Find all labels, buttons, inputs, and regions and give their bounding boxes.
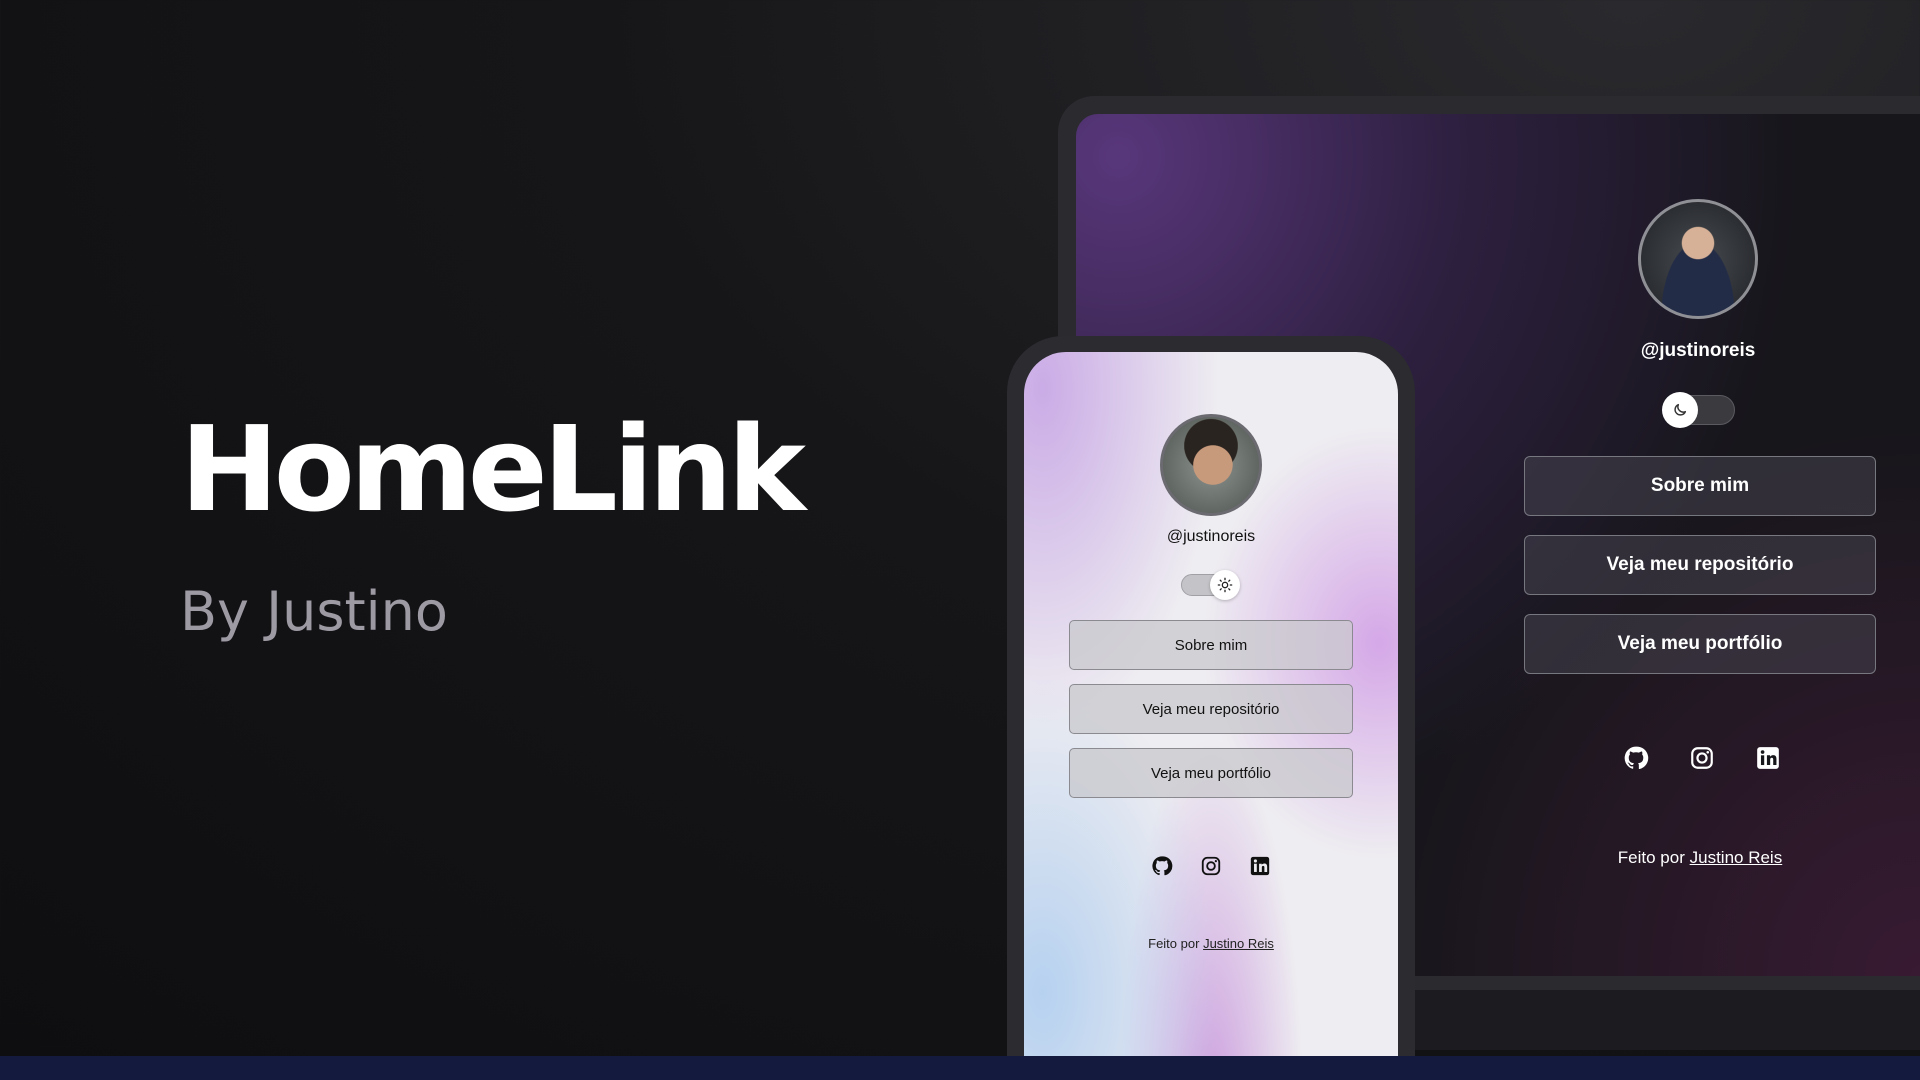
linkedin-icon[interactable] bbox=[1754, 744, 1782, 772]
instagram-icon[interactable] bbox=[1199, 854, 1223, 878]
mobile-footer: Feito por Justino Reis bbox=[1024, 936, 1398, 951]
desktop-username: @justinoreis bbox=[1640, 340, 1756, 361]
desktop-footer: Feito por Justino Reis bbox=[1524, 848, 1876, 868]
app-subtitle: By Justino bbox=[180, 580, 448, 643]
desktop-theme-toggle[interactable] bbox=[1662, 392, 1735, 428]
mobile-theme-toggle[interactable] bbox=[1181, 570, 1240, 600]
mobile-screen: @justinoreis Sobre mim Veja meu repositó… bbox=[1024, 352, 1398, 1080]
mobile-footer-text: Feito por bbox=[1148, 936, 1200, 951]
desktop-portfolio-button[interactable]: Veja meu portfólio bbox=[1524, 614, 1876, 674]
sun-icon bbox=[1210, 570, 1240, 600]
app-title: HomeLink bbox=[180, 400, 806, 538]
github-icon[interactable] bbox=[1622, 744, 1650, 772]
mobile-about-button[interactable]: Sobre mim bbox=[1069, 620, 1353, 670]
desktop-social-links bbox=[1622, 744, 1782, 772]
desktop-repository-button[interactable]: Veja meu repositório bbox=[1524, 535, 1876, 595]
github-icon[interactable] bbox=[1150, 854, 1174, 878]
desktop-footer-link[interactable]: Justino Reis bbox=[1690, 848, 1783, 867]
mobile-username: @justinoreis bbox=[1166, 528, 1256, 545]
desktop-footer-text: Feito por bbox=[1617, 848, 1685, 867]
linkedin-icon[interactable] bbox=[1248, 854, 1272, 878]
mobile-avatar bbox=[1160, 414, 1262, 516]
mobile-repository-button[interactable]: Veja meu repositório bbox=[1069, 684, 1353, 734]
desktop-avatar bbox=[1638, 199, 1758, 319]
instagram-icon[interactable] bbox=[1688, 744, 1716, 772]
moon-icon bbox=[1662, 392, 1698, 428]
mobile-footer-link[interactable]: Justino Reis bbox=[1203, 936, 1274, 951]
mobile-social-links bbox=[1150, 854, 1272, 878]
bottom-bar bbox=[0, 1056, 1920, 1080]
mobile-portfolio-button[interactable]: Veja meu portfólio bbox=[1069, 748, 1353, 798]
desktop-about-button[interactable]: Sobre mim bbox=[1524, 456, 1876, 516]
